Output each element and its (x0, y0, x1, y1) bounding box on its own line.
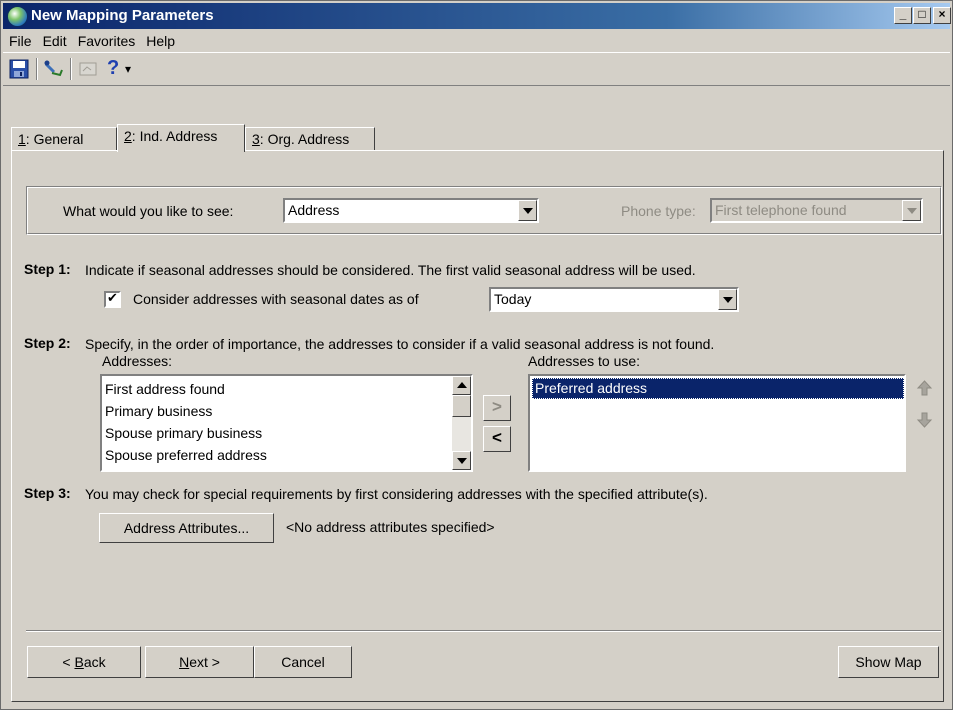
scroll-thumb[interactable] (452, 395, 471, 417)
map-pin-icon[interactable] (43, 59, 65, 79)
addresses-listbox[interactable]: First address found Primary business Spo… (100, 374, 473, 472)
address-attributes-button[interactable]: Address Attributes... (99, 513, 274, 543)
see-label: What would you like to see: (63, 203, 234, 219)
scroll-down-icon[interactable] (452, 451, 471, 470)
step3-label: Step 3: (24, 485, 71, 501)
step2-label: Step 2: (24, 335, 71, 351)
seasonal-checkbox[interactable] (104, 290, 121, 308)
title-bar[interactable]: New Mapping Parameters _ □ × (3, 3, 951, 29)
menu-help[interactable]: Help (140, 30, 180, 49)
tab-org-address-label: : Org. Address (259, 131, 350, 147)
step1-text: Indicate if seasonal addresses should be… (85, 262, 696, 278)
tab-org-address[interactable]: 3: Org. Address (245, 127, 375, 151)
chevron-down-icon[interactable] (518, 200, 537, 221)
address-attributes-button-label: Address Attributes... (123, 520, 250, 536)
back-button[interactable]: < Back (27, 646, 141, 678)
app-globe-icon (7, 6, 28, 27)
footer-divider (26, 630, 941, 632)
save-icon[interactable] (9, 59, 31, 79)
window-title: New Mapping Parameters (31, 7, 214, 24)
close-button[interactable]: × (933, 7, 951, 24)
chevron-down-icon (902, 200, 921, 221)
list-item[interactable]: Primary business (105, 401, 212, 422)
see-dropdown[interactable]: Address (283, 198, 539, 223)
addresses-label: Addresses: (102, 353, 173, 369)
toolbar-separator (36, 58, 38, 80)
seasonal-date-value: Today (494, 291, 532, 307)
step1-label: Step 1: (24, 261, 71, 277)
menu-favorites[interactable]: Favorites (72, 30, 141, 49)
phone-type-value: First telephone found (715, 202, 847, 218)
next-rest: ext > (189, 654, 220, 670)
show-map-button[interactable]: Show Map (838, 646, 939, 678)
menu-bar: File Edit Favorites Help (3, 30, 950, 52)
minimize-button[interactable]: _ (894, 7, 912, 24)
step3-text: You may check for special requirements b… (85, 486, 708, 502)
remove-address-button[interactable]: < (483, 426, 511, 452)
tab-org-address-key: 3 (252, 131, 260, 147)
list-item[interactable]: Spouse preferred address (105, 445, 267, 466)
phone-type-label: Phone type: (621, 203, 696, 219)
show-map-button-label: Show Map (855, 654, 922, 670)
next-key: N (179, 654, 190, 670)
back-rest: ack (83, 654, 106, 670)
addresses-scrollbar[interactable] (452, 376, 471, 470)
move-down-icon[interactable] (915, 410, 934, 432)
addresses-to-use-listbox[interactable]: Preferred address (528, 374, 906, 472)
tab-general-key: 1 (18, 131, 26, 147)
back-key: B (74, 654, 84, 670)
help-dropdown-icon[interactable]: ▾ (125, 59, 137, 79)
toolbar: ? ▾ (3, 52, 950, 86)
seasonal-date-dropdown[interactable]: Today (489, 287, 739, 312)
move-up-icon[interactable] (915, 378, 934, 400)
phone-type-dropdown: First telephone found (710, 198, 923, 223)
tab-ind-address[interactable]: 2: Ind. Address (117, 124, 245, 152)
cancel-button-label: Cancel (281, 654, 325, 670)
chevron-down-icon[interactable] (718, 289, 737, 310)
dialog-window: New Mapping Parameters _ □ × File Edit Fav… (0, 0, 953, 710)
tab-ind-address-label: : Ind. Address (131, 128, 218, 144)
tab-ind-address-key: 2 (124, 128, 132, 144)
tab-general-label: : General (25, 131, 84, 147)
back-prefix: < (62, 654, 75, 670)
address-attributes-status: <No address attributes specified> (286, 519, 495, 535)
seasonal-checkbox-label[interactable]: Consider addresses with seasonal dates a… (133, 291, 419, 307)
scroll-up-icon[interactable] (452, 376, 471, 395)
disabled-map-icon (77, 59, 99, 79)
maximize-button[interactable]: □ (913, 7, 931, 24)
list-item[interactable]: First address found (105, 379, 225, 400)
addresses-to-use-label: Addresses to use: (528, 353, 641, 369)
cancel-button[interactable]: Cancel (254, 646, 352, 678)
tab-general[interactable]: 1: General (11, 127, 117, 151)
see-value: Address (288, 202, 340, 218)
menu-edit[interactable]: Edit (37, 30, 72, 49)
add-address-button[interactable]: > (483, 395, 511, 421)
step2-text: Specify, in the order of importance, the… (85, 336, 715, 352)
list-item[interactable]: Preferred address (532, 378, 904, 399)
next-button[interactable]: Next > (145, 646, 254, 678)
menu-file[interactable]: File (3, 30, 37, 49)
help-icon[interactable]: ? (107, 58, 125, 79)
toolbar-separator (70, 58, 72, 80)
list-item[interactable]: Spouse primary business (105, 423, 262, 444)
